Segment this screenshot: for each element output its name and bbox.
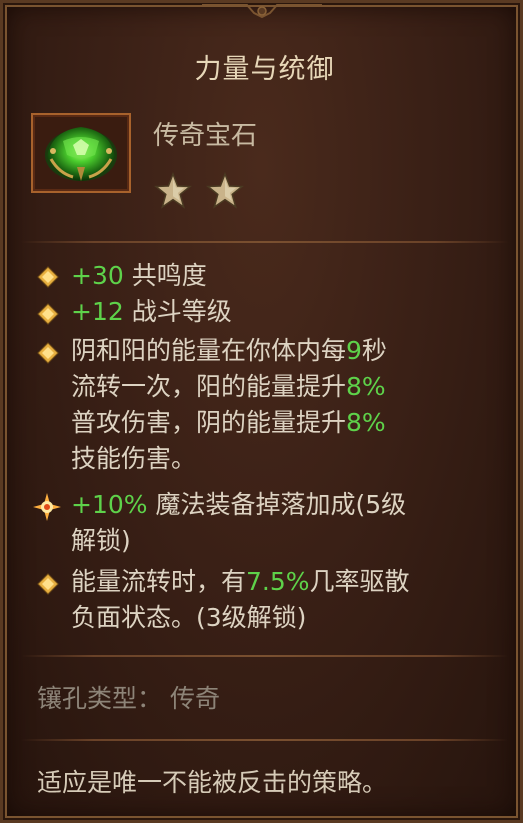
affix-dispel: 能量流转时，有7.5%几率驱散 负面状态。(3级解锁): [71, 564, 491, 636]
affix-resonance: +30 共鸣度: [71, 258, 491, 294]
socket-type-value: 传奇: [170, 684, 221, 713]
flavor-text: 适应是唯一不能被反击的策略。: [37, 768, 388, 797]
affix-value: +12: [71, 297, 124, 326]
divider: [21, 241, 508, 243]
affix-value: 7.5%: [246, 567, 310, 596]
affix-text: 阴和阳的能量在你体内每: [71, 336, 347, 365]
sparkle-bullet-icon: [33, 493, 61, 521]
affix-yin-yang: 阴和阳的能量在你体内每9秒 流转一次，阳的能量提升8% 普攻伤害，阴的能量提升8…: [71, 333, 491, 477]
affix-text: 普攻伤害，阴的能量提升: [71, 408, 347, 437]
affix-text: 秒: [361, 336, 387, 365]
affix-text: 魔法装备掉落加成(5级: [147, 490, 407, 519]
diamond-bullet-icon: [37, 266, 59, 288]
affix-text: 负面状态。(3级解锁): [71, 603, 307, 632]
socket-type-label: 镶孔类型：: [37, 684, 163, 713]
item-tooltip-panel: 力量与统御 传奇宝石 +30 共鸣度 +12 战斗等级 阴和阳的能量在你体内每9…: [0, 0, 523, 823]
item-icon-frame: [31, 113, 131, 193]
affix-text: 解锁): [71, 526, 131, 555]
socket-type: 镶孔类型： 传奇: [37, 679, 220, 715]
affix-text: 几率驱散: [309, 567, 410, 596]
affix-combat-level: +12 战斗等级: [71, 294, 491, 330]
affix-magic-find: +10% 魔法装备掉落加成(5级 解锁): [71, 487, 491, 559]
divider: [21, 739, 508, 741]
item-type: 传奇宝石: [153, 121, 258, 151]
affix-value: +10%: [71, 490, 148, 519]
top-ornament: [201, 4, 322, 19]
divider: [21, 655, 508, 657]
item-title: 力量与统御: [194, 54, 335, 85]
affix-value: 8%: [346, 408, 386, 437]
diamond-bullet-icon: [37, 303, 59, 325]
affix-text: 共鸣度: [123, 261, 207, 290]
diamond-bullet-icon: [37, 573, 59, 595]
star-icon: [153, 171, 193, 209]
green-legendary-gem-icon: [45, 127, 117, 181]
affix-value: +30: [71, 261, 124, 290]
affix-text: 流转一次，阳的能量提升: [71, 372, 347, 401]
affix-text: 战斗等级: [123, 297, 232, 326]
star-icon: [205, 171, 245, 209]
affix-value: 8%: [346, 372, 386, 401]
affix-text: 技能伤害。: [71, 444, 197, 473]
diamond-bullet-icon: [37, 342, 59, 364]
affix-value: 9: [346, 336, 362, 365]
affix-text: 能量流转时，有: [71, 567, 247, 596]
